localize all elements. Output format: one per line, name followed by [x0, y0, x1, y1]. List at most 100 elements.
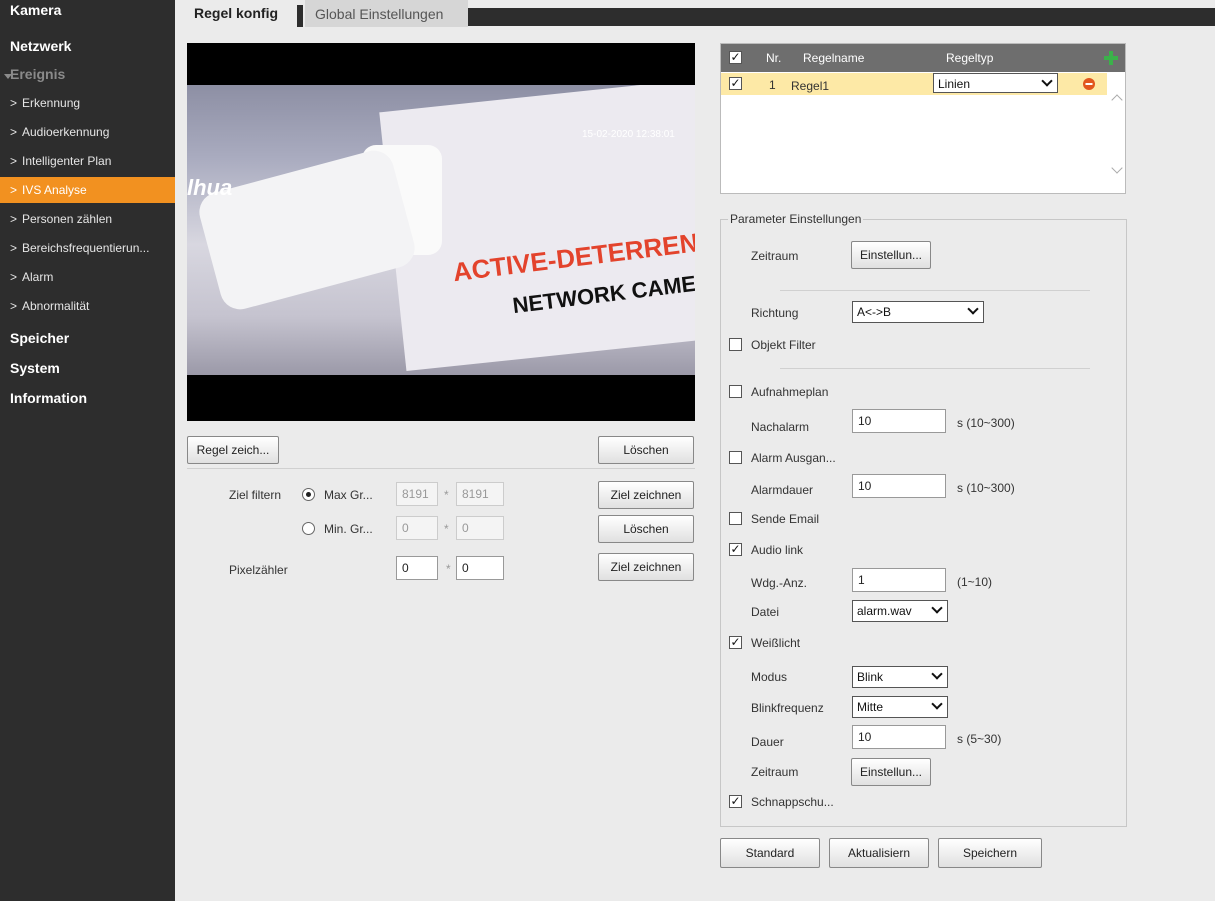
- sende-email-label: Sende Email: [751, 512, 820, 526]
- sidebar-item-system[interactable]: System: [0, 358, 175, 378]
- sidebar-item-alarm[interactable]: > Alarm: [0, 264, 175, 290]
- row-checkbox[interactable]: ✓: [729, 77, 742, 90]
- alarmdauer-label: Alarmdauer: [751, 483, 814, 497]
- min-size-label: Min. Gr...: [324, 522, 373, 536]
- tab-regel-konfig[interactable]: Regel konfig: [184, 0, 294, 27]
- row-nr: 1: [769, 78, 776, 92]
- max-size-radio[interactable]: [302, 488, 315, 501]
- blinkfrequenz-select[interactable]: Mitte: [852, 696, 948, 718]
- aufnahmeplan-checkbox[interactable]: [729, 385, 742, 398]
- divider: [187, 468, 695, 469]
- schnappschuss-checkbox[interactable]: ✓: [729, 795, 742, 808]
- column-regeltyp: Regeltyp: [946, 51, 994, 65]
- draw-target-button[interactable]: Ziel zeichnen: [598, 481, 694, 509]
- tab-separator: [297, 5, 303, 27]
- rule-type-value: Linien: [938, 77, 971, 91]
- wdg-anz-input[interactable]: 1: [852, 568, 946, 592]
- sidebar-item-label: Bereichsfrequentierun...: [22, 241, 150, 255]
- dauer-input[interactable]: 10: [852, 725, 946, 749]
- min-size-radio[interactable]: [302, 522, 315, 535]
- column-nr: Nr.: [766, 51, 782, 65]
- sidebar-item-kamera[interactable]: Kamera: [0, 0, 175, 20]
- rules-table-header: ✓ Nr. Regelname Regeltyp: [721, 44, 1125, 72]
- sidebar-item-netzwerk[interactable]: Netzwerk: [0, 36, 175, 56]
- standard-button[interactable]: Standard: [720, 838, 820, 868]
- video-preview[interactable]: lhua ACTIVE-DETERRENCE NETWORK CAMERA 15…: [187, 43, 695, 421]
- sidebar: Kamera Netzwerk Ereignis > Erkennung > Aud…: [0, 0, 175, 901]
- row-name[interactable]: Regel1: [791, 79, 829, 93]
- select-all-checkbox[interactable]: ✓: [729, 51, 742, 64]
- draw-target-button-2[interactable]: Ziel zeichnen: [598, 553, 694, 581]
- sidebar-item-ivs-analyse[interactable]: > IVS Analyse: [0, 177, 175, 203]
- brand-label: lhua: [187, 175, 233, 200]
- tab-global-einstellungen[interactable]: Global Einstellungen: [305, 0, 468, 27]
- chevron-down-icon: [1041, 75, 1053, 87]
- tab-bar-background: [468, 8, 1215, 26]
- sende-email-checkbox[interactable]: [729, 512, 742, 525]
- max-height-input[interactable]: 8191: [456, 482, 504, 506]
- datei-label: Datei: [751, 605, 780, 619]
- video-timestamp: 15-02-2020 12:38:01: [582, 129, 675, 140]
- nachalarm-label: Nachalarm: [751, 420, 810, 434]
- weisslicht-checkbox[interactable]: ✓: [729, 636, 742, 649]
- nachalarm-range: s (10~300): [957, 416, 1015, 430]
- alarm-ausgang-checkbox[interactable]: [729, 451, 742, 464]
- times-sign: *: [444, 522, 449, 536]
- chevron-right-icon: >: [10, 183, 18, 197]
- min-height-input[interactable]: 0: [456, 516, 504, 540]
- datei-select[interactable]: alarm.wav: [852, 600, 948, 622]
- sidebar-item-information[interactable]: Information: [0, 388, 175, 408]
- table-row[interactable]: ✓ 1 Regel1 Linien: [721, 73, 1107, 95]
- sidebar-item-label: Abnormalität: [22, 299, 90, 313]
- draw-rule-button[interactable]: Regel zeich...: [187, 436, 279, 464]
- rules-table: ✓ Nr. Regelname Regeltyp ✓ 1 Regel1 Lini…: [720, 43, 1126, 194]
- wdg-anz-range: (1~10): [957, 575, 993, 589]
- alarmdauer-input[interactable]: 10: [852, 474, 946, 498]
- objekt-filter-checkbox[interactable]: [729, 338, 742, 351]
- max-width-input[interactable]: 8191: [396, 482, 438, 506]
- zeitraum2-label: Zeitraum: [751, 765, 799, 779]
- sidebar-item-audioerkennung[interactable]: > Audioerkennung: [0, 119, 175, 145]
- rule-type-select[interactable]: Linien: [933, 73, 1058, 93]
- delete-rule-icon[interactable]: [1083, 78, 1095, 90]
- add-rule-icon[interactable]: [1104, 51, 1118, 65]
- scroll-up-icon[interactable]: [1111, 94, 1123, 106]
- alarm-ausgang-label: Alarm Ausgan...: [751, 451, 836, 465]
- pixel-height-input[interactable]: 0: [456, 556, 504, 580]
- zeitraum-label: Zeitraum: [751, 249, 799, 263]
- weisslicht-label: Weißlicht: [751, 636, 801, 650]
- ziel-filtern-label: Ziel filtern: [229, 488, 282, 502]
- sidebar-item-bereichsfrequentierung[interactable]: > Bereichsfrequentierun...: [0, 235, 175, 261]
- sidebar-item-abnormalitaet[interactable]: > Abnormalität: [0, 293, 175, 319]
- sidebar-item-ereignis[interactable]: Ereignis: [0, 64, 175, 84]
- sidebar-item-speicher[interactable]: Speicher: [0, 328, 175, 348]
- scroll-down-icon[interactable]: [1111, 162, 1123, 174]
- max-size-label: Max Gr...: [324, 488, 373, 502]
- clear-target-button[interactable]: Löschen: [598, 515, 694, 543]
- sidebar-item-intelligenter-plan[interactable]: > Intelligenter Plan: [0, 148, 175, 174]
- camera-body: [194, 146, 420, 314]
- pixel-width-input[interactable]: 0: [396, 556, 438, 580]
- dauer-label: Dauer: [751, 735, 784, 749]
- nachalarm-input[interactable]: 10: [852, 409, 946, 433]
- chevron-right-icon: >: [10, 96, 18, 110]
- clear-rule-button[interactable]: Löschen: [598, 436, 694, 464]
- sidebar-item-personen-zaehlen[interactable]: > Personen zählen: [0, 206, 175, 232]
- richtung-select[interactable]: A<->B: [852, 301, 984, 323]
- pixelzaehler-label: Pixelzähler: [229, 563, 288, 577]
- refresh-button[interactable]: Aktualisiern: [829, 838, 929, 868]
- sidebar-item-label: Personen zählen: [22, 212, 113, 226]
- audio-link-checkbox[interactable]: ✓: [729, 543, 742, 556]
- zeitraum2-settings-button[interactable]: Einstellun...: [851, 758, 931, 786]
- sidebar-item-label: Alarm: [22, 270, 54, 284]
- save-button[interactable]: Speichern: [938, 838, 1042, 868]
- sidebar-item-label: IVS Analyse: [22, 183, 87, 197]
- sidebar-item-erkennung[interactable]: > Erkennung: [0, 90, 175, 116]
- modus-select[interactable]: Blink: [852, 666, 948, 688]
- alarmdauer-range: s (10~300): [957, 481, 1015, 495]
- parameter-legend: Parameter Einstellungen: [728, 212, 864, 226]
- min-width-input[interactable]: 0: [396, 516, 438, 540]
- wdg-anz-label: Wdg.-Anz.: [751, 576, 808, 590]
- zeitraum-settings-button[interactable]: Einstellun...: [851, 241, 931, 269]
- chevron-right-icon: >: [10, 125, 18, 139]
